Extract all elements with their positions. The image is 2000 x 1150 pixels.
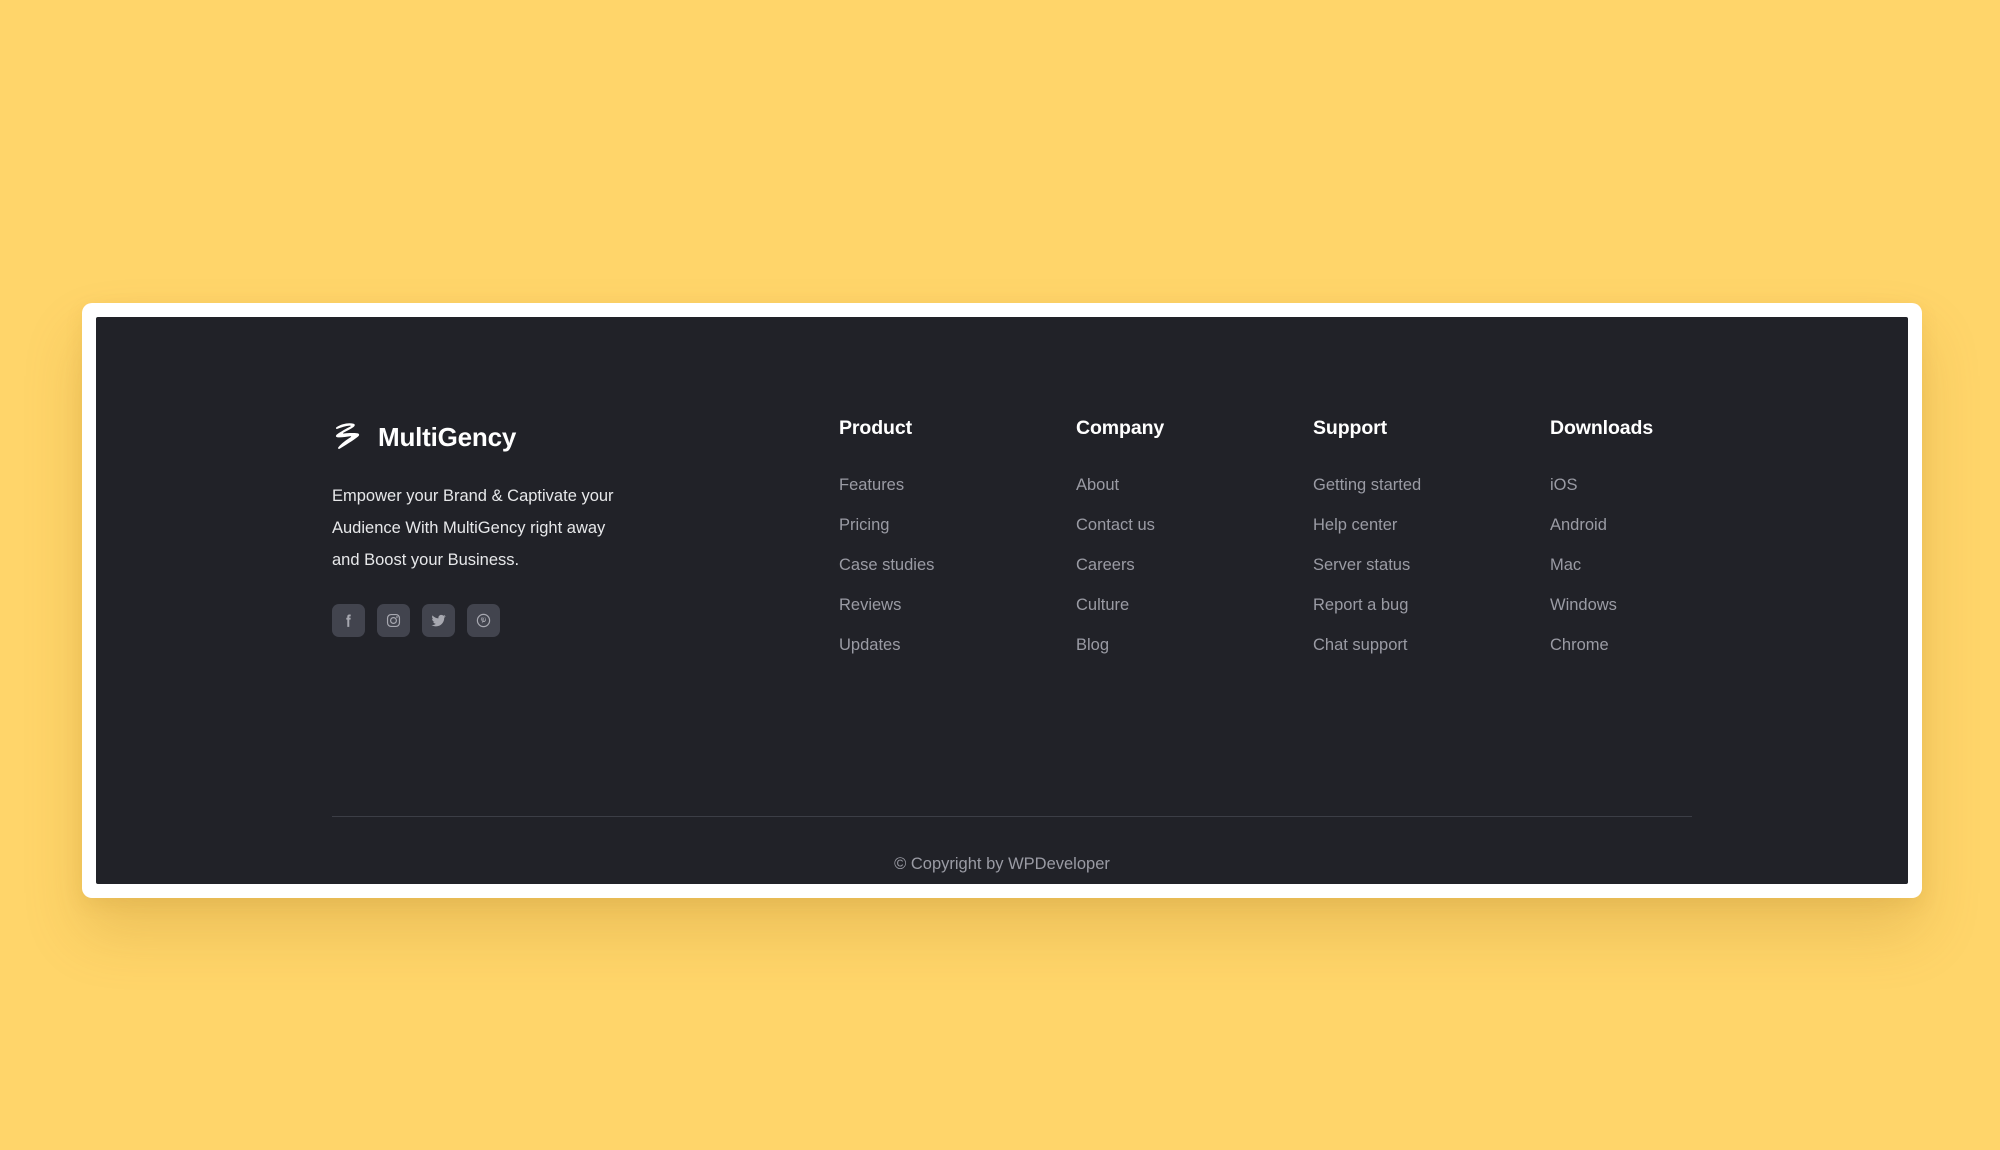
- footer-column-support: Support Getting started Help center Serv…: [1313, 417, 1421, 655]
- twitter-icon: [430, 612, 447, 629]
- column-title: Company: [1076, 417, 1164, 440]
- footer-link-mac[interactable]: Mac: [1550, 556, 1581, 575]
- footer-column-company: Company About Contact us Careers Culture…: [1076, 417, 1164, 655]
- footer-content: MultiGency Empower your Brand & Captivat…: [96, 317, 1908, 884]
- social-links: [332, 604, 682, 637]
- footer-link-case-studies[interactable]: Case studies: [839, 556, 934, 575]
- footer-column-product: Product Features Pricing Case studies Re…: [839, 417, 934, 655]
- footer-link-report-a-bug[interactable]: Report a bug: [1313, 596, 1408, 615]
- page-canvas: MultiGency Empower your Brand & Captivat…: [0, 0, 2000, 1150]
- list-item: Getting started: [1313, 476, 1421, 495]
- list-item: Android: [1550, 516, 1653, 535]
- column-title: Support: [1313, 417, 1421, 440]
- footer-link-ios[interactable]: iOS: [1550, 476, 1578, 495]
- footer-link-blog[interactable]: Blog: [1076, 636, 1109, 655]
- footer-link-android[interactable]: Android: [1550, 516, 1607, 535]
- footer-link-contact-us[interactable]: Contact us: [1076, 516, 1155, 535]
- list-item: Blog: [1076, 636, 1164, 655]
- site-footer: MultiGency Empower your Brand & Captivat…: [96, 317, 1908, 884]
- footer-card-frame: MultiGency Empower your Brand & Captivat…: [82, 303, 1922, 898]
- column-link-list: Features Pricing Case studies Reviews Up…: [839, 476, 934, 655]
- footer-link-server-status[interactable]: Server status: [1313, 556, 1410, 575]
- footer-link-pricing[interactable]: Pricing: [839, 516, 889, 535]
- facebook-icon: [340, 612, 357, 629]
- social-link-pinterest[interactable]: [467, 604, 500, 637]
- list-item: Report a bug: [1313, 596, 1421, 615]
- instagram-icon: [385, 612, 402, 629]
- social-link-facebook[interactable]: [332, 604, 365, 637]
- column-title: Product: [839, 417, 934, 440]
- footer-link-careers[interactable]: Careers: [1076, 556, 1135, 575]
- list-item: Reviews: [839, 596, 934, 615]
- footer-link-windows[interactable]: Windows: [1550, 596, 1617, 615]
- footer-link-about[interactable]: About: [1076, 476, 1119, 495]
- list-item: Server status: [1313, 556, 1421, 575]
- brand-logo[interactable]: MultiGency: [332, 420, 682, 454]
- list-item: iOS: [1550, 476, 1653, 495]
- list-item: Chat support: [1313, 636, 1421, 655]
- brand-name: MultiGency: [378, 422, 516, 453]
- social-link-instagram[interactable]: [377, 604, 410, 637]
- list-item: Careers: [1076, 556, 1164, 575]
- social-link-twitter[interactable]: [422, 604, 455, 637]
- list-item: Pricing: [839, 516, 934, 535]
- list-item: Culture: [1076, 596, 1164, 615]
- column-link-list: iOS Android Mac Windows Chrome: [1550, 476, 1653, 655]
- brand-column: MultiGency Empower your Brand & Captivat…: [332, 420, 682, 637]
- footer-link-updates[interactable]: Updates: [839, 636, 900, 655]
- list-item: Windows: [1550, 596, 1653, 615]
- list-item: Mac: [1550, 556, 1653, 575]
- footer-link-reviews[interactable]: Reviews: [839, 596, 901, 615]
- footer-link-culture[interactable]: Culture: [1076, 596, 1129, 615]
- footer-link-chat-support[interactable]: Chat support: [1313, 636, 1407, 655]
- column-link-list: About Contact us Careers Culture Blog: [1076, 476, 1164, 655]
- footer-link-chrome[interactable]: Chrome: [1550, 636, 1609, 655]
- list-item: Help center: [1313, 516, 1421, 535]
- footer-link-getting-started[interactable]: Getting started: [1313, 476, 1421, 495]
- brand-description: Empower your Brand & Captivate your Audi…: [332, 480, 622, 576]
- list-item: Features: [839, 476, 934, 495]
- copyright-text: © Copyright by WPDeveloper: [96, 855, 1908, 874]
- footer-link-help-center[interactable]: Help center: [1313, 516, 1397, 535]
- list-item: Contact us: [1076, 516, 1164, 535]
- list-item: Updates: [839, 636, 934, 655]
- pinterest-icon: [475, 612, 492, 629]
- column-title: Downloads: [1550, 417, 1653, 440]
- footer-link-features[interactable]: Features: [839, 476, 904, 495]
- footer-divider: [332, 816, 1692, 817]
- list-item: Chrome: [1550, 636, 1653, 655]
- list-item: About: [1076, 476, 1164, 495]
- column-link-list: Getting started Help center Server statu…: [1313, 476, 1421, 655]
- list-item: Case studies: [839, 556, 934, 575]
- footer-column-downloads: Downloads iOS Android Mac Windows Chrome: [1550, 417, 1653, 655]
- lightning-bolt-icon: [332, 422, 365, 452]
